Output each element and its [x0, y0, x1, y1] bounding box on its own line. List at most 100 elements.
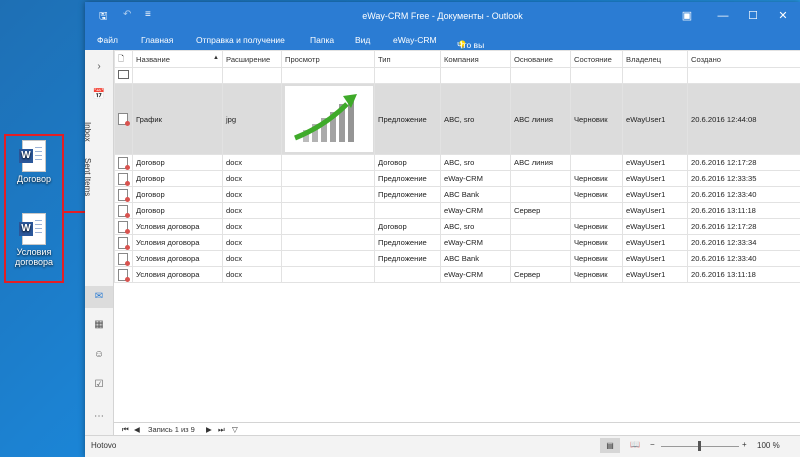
mail-icon[interactable]: ✉	[85, 286, 113, 308]
filter-icon[interactable]: ▽	[232, 425, 238, 434]
normal-view-icon[interactable]: ▤	[600, 438, 620, 453]
outlook-window: 🖫 ↶ ≡ eWay-CRM Free - Документы - Outloo…	[83, 2, 800, 457]
filter-row[interactable]	[114, 67, 800, 84]
table-cell	[281, 250, 375, 267]
zoom-slider-thumb[interactable]	[698, 441, 701, 451]
table-cell	[281, 186, 375, 203]
folder-inbox[interactable]: Inbox	[83, 122, 92, 142]
table-cell: Предложение	[374, 186, 441, 203]
table-cell: Условия договора	[132, 234, 223, 251]
table-cell: jpg	[222, 83, 282, 155]
zoom-out-icon[interactable]: −	[650, 440, 655, 449]
table-row[interactable]: Договор docx Предложение ABC Bank Черновик eW…	[114, 186, 800, 203]
document-icon	[114, 170, 133, 187]
desktop-icon-dogovor[interactable]: W Договор	[8, 140, 60, 184]
table-cell: docx	[222, 218, 282, 235]
table-cell: eWay-CRM	[440, 234, 511, 251]
table-row[interactable]: Договор docx Договор ABC, sro ABC линия eWayU…	[114, 154, 800, 171]
tab-folder[interactable]: Папка	[310, 35, 334, 45]
maximize-button[interactable]: ☐	[738, 2, 768, 30]
table-cell: eWayUser1	[622, 170, 688, 187]
desktop-icon-usloviya[interactable]: W Условия договора	[8, 213, 60, 267]
table-cell: Договор	[132, 154, 223, 171]
table-cell: Черновик	[570, 266, 623, 283]
table-row[interactable]: Условия договора docx eWay-CRM Сервер Чернов…	[114, 266, 800, 283]
reading-view-icon[interactable]: 📖	[630, 440, 640, 449]
document-icon	[114, 83, 133, 155]
column-header[interactable]: Тип	[374, 50, 441, 68]
table-cell: Черновик	[570, 234, 623, 251]
tab-file[interactable]: Файл	[97, 35, 118, 45]
column-header[interactable]: Создано	[687, 50, 800, 68]
expand-pane-icon[interactable]: ›	[85, 56, 113, 78]
first-record-icon[interactable]: ⏮	[122, 425, 129, 435]
column-header[interactable]: Основание	[510, 50, 571, 68]
tab-send-receive[interactable]: Отправка и получение	[196, 35, 285, 45]
table-cell	[281, 234, 375, 251]
table-cell	[281, 202, 375, 219]
people-icon[interactable]: ☺	[85, 344, 113, 366]
chart-thumbnail	[285, 86, 373, 152]
ribbon-options-icon[interactable]: ▣	[672, 2, 702, 30]
table-cell: Договор	[132, 170, 223, 187]
column-header[interactable]: Владелец	[622, 50, 688, 68]
empty-row	[115, 298, 800, 313]
pager-label: Запись 1 из 9	[148, 425, 195, 434]
empty-row	[115, 328, 800, 343]
table-cell: Условия договора	[132, 218, 223, 235]
table-cell: docx	[222, 234, 282, 251]
empty-row	[115, 283, 800, 299]
empty-row	[115, 358, 800, 373]
close-button[interactable]: ✕	[768, 2, 798, 30]
table-cell: Черновик	[570, 170, 623, 187]
table-header: 🗋 Название ▲ Расширение Просмотр Тип Ком…	[114, 50, 800, 68]
table-row[interactable]: Условия договора docx Договор ABC, sro Черно…	[114, 218, 800, 235]
table-row[interactable]: Условия договора docx Предложение ABC Bank Ч…	[114, 250, 800, 267]
table-cell	[281, 266, 375, 283]
table-row[interactable]: График jpg Предложение ABC, sro ABC линия Чер…	[114, 83, 800, 155]
table-cell	[510, 186, 571, 203]
document-icon	[114, 250, 133, 267]
more-icon[interactable]: ⋯	[85, 406, 113, 428]
column-header[interactable]: Компания	[440, 50, 511, 68]
table-row[interactable]: Договор docx eWay-CRM Сервер eWayUser1 20.6.2…	[114, 202, 800, 219]
table-cell	[281, 154, 375, 171]
zoom-level[interactable]: 100 %	[757, 441, 780, 450]
folder-sent-items[interactable]: Sent Items	[83, 158, 92, 196]
last-record-icon[interactable]: ⏭	[218, 425, 225, 435]
column-header[interactable]: Состояние	[570, 50, 623, 68]
table-cell: eWayUser1	[622, 250, 688, 267]
minimize-button[interactable]: —	[708, 2, 738, 30]
tasks-icon[interactable]: ☑	[85, 374, 113, 396]
table-cell: ABC Bank	[440, 250, 511, 267]
empty-row	[115, 343, 800, 358]
table-cell	[510, 250, 571, 267]
desktop-icon-label: Договор	[17, 174, 51, 184]
zoom-in-icon[interactable]: +	[742, 440, 747, 449]
column-header[interactable]: Просмотр	[281, 50, 375, 68]
new-document-icon[interactable]	[114, 67, 133, 84]
calendar-icon[interactable]: ▦	[85, 314, 113, 336]
tab-view[interactable]: Вид	[355, 35, 370, 45]
table-row[interactable]: Условия договора docx Предложение eWay-CRM Ч…	[114, 234, 800, 251]
status-text: Hotovo	[91, 441, 117, 450]
prev-record-icon[interactable]: ◀	[134, 425, 140, 434]
next-record-icon[interactable]: ▶	[206, 425, 212, 434]
table-cell: Условия договора	[132, 266, 223, 283]
table-cell: Предложение	[374, 83, 441, 155]
table-row[interactable]: Договор docx Предложение eWay-CRM Черновик eW…	[114, 170, 800, 187]
table-cell: Предложение	[374, 170, 441, 187]
table-cell: График	[132, 83, 223, 155]
table-cell: ABC линия	[510, 83, 571, 155]
table-cell: Черновик	[570, 218, 623, 235]
table-cell: Сервер	[510, 202, 571, 219]
document-icon	[114, 266, 133, 283]
tab-eway-crm[interactable]: eWay-CRM	[393, 35, 437, 45]
tab-home[interactable]: Главная	[141, 35, 173, 45]
column-header[interactable]: Название ▲	[132, 50, 223, 68]
table-cell: ABC линия	[510, 154, 571, 171]
calendar-peek-icon[interactable]: 📅	[85, 84, 113, 106]
table-cell	[510, 234, 571, 251]
column-header[interactable]: Расширение	[222, 50, 282, 68]
doc-type-column-icon[interactable]: 🗋	[114, 50, 133, 68]
